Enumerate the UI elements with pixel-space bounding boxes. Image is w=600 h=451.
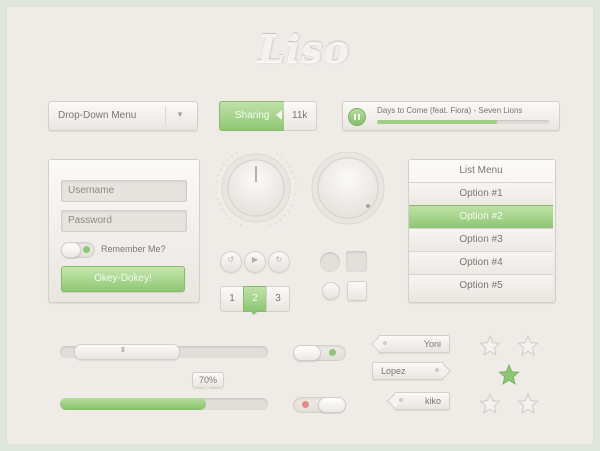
share-count: 11k bbox=[292, 110, 308, 121]
progress-fill bbox=[60, 398, 206, 410]
next-icon[interactable]: ↻ bbox=[268, 251, 290, 273]
frame: Liso Drop-Down Menu ▼ Sharing 11k Days t… bbox=[0, 0, 600, 451]
dropdown-divider bbox=[165, 106, 166, 126]
page-3[interactable]: 3 bbox=[266, 286, 290, 312]
tag-label: kiko bbox=[424, 396, 441, 406]
rotary-knob[interactable] bbox=[311, 152, 385, 225]
list-menu-title: List Menu bbox=[459, 165, 503, 176]
list-option-1[interactable]: Option #1 bbox=[409, 182, 553, 205]
page-1[interactable]: 1 bbox=[220, 286, 244, 312]
tag-kiko[interactable]: kiko bbox=[386, 392, 450, 410]
slider-handle[interactable]: III bbox=[74, 344, 180, 360]
on-indicator bbox=[329, 349, 336, 356]
remember-toggle[interactable] bbox=[61, 242, 95, 258]
checkbox-off[interactable] bbox=[346, 251, 367, 272]
off-indicator bbox=[302, 401, 309, 408]
progress-label: 70% bbox=[192, 372, 224, 388]
list-option-4[interactable]: Option #4 bbox=[409, 251, 553, 274]
star-icon[interactable] bbox=[480, 393, 500, 414]
list-menu: List Menu Option #1 Option #2 Option #3 … bbox=[408, 159, 556, 303]
track-title: Days to Come (feat. Fiora) - Seven Lions bbox=[377, 106, 523, 115]
tag-label: Yoni bbox=[423, 339, 441, 349]
tag-yoni[interactable]: Yoni bbox=[370, 335, 450, 353]
volume-knob[interactable] bbox=[215, 152, 297, 226]
play-icon[interactable]: ▶ bbox=[244, 251, 266, 273]
tag-point bbox=[436, 363, 452, 379]
toggle-knob bbox=[318, 397, 346, 413]
star-icon[interactable] bbox=[499, 364, 519, 385]
toggle-switch-off[interactable] bbox=[293, 397, 346, 413]
toggle-on-dot bbox=[83, 246, 90, 253]
tag-lopez[interactable]: Lopez bbox=[372, 362, 452, 380]
tag-hole-icon bbox=[399, 398, 403, 402]
star-icon[interactable] bbox=[518, 335, 538, 356]
share-count-badge: 11k bbox=[284, 101, 317, 131]
login-panel: Username Password Remember Me? Okey-Doke… bbox=[48, 159, 200, 303]
tag-label: Lopez bbox=[381, 366, 406, 376]
star-icon[interactable] bbox=[518, 393, 538, 414]
remember-label: Remember Me? bbox=[101, 244, 166, 254]
audio-player: Days to Come (feat. Fiora) - Seven Lions bbox=[342, 101, 560, 131]
pause-icon[interactable] bbox=[348, 108, 366, 126]
tag-hole-icon bbox=[383, 341, 387, 345]
sharing-label: Sharing bbox=[235, 110, 270, 121]
password-field[interactable]: Password bbox=[61, 210, 187, 232]
toggle-knob bbox=[61, 242, 81, 258]
dropdown-menu[interactable]: Drop-Down Menu ▼ bbox=[48, 101, 198, 131]
count-pointer bbox=[276, 110, 282, 120]
chevron-down-icon[interactable]: ▼ bbox=[176, 110, 184, 119]
toggle-switch-on[interactable] bbox=[293, 345, 346, 361]
star-icon[interactable] bbox=[480, 335, 500, 356]
progress-label-pointer bbox=[203, 387, 211, 391]
range-slider[interactable]: III bbox=[60, 344, 268, 360]
previous-icon[interactable]: ↺ bbox=[220, 251, 242, 273]
checkbox-raised[interactable] bbox=[347, 281, 367, 301]
toggle-knob bbox=[293, 345, 321, 361]
page-pointer bbox=[250, 311, 258, 315]
list-option-5[interactable]: Option #5 bbox=[409, 274, 553, 297]
page-2[interactable]: 2 bbox=[243, 286, 267, 312]
track-progress[interactable] bbox=[377, 120, 549, 124]
track-progress-fill bbox=[377, 120, 498, 124]
dropdown-label: Drop-Down Menu bbox=[58, 110, 137, 121]
knobs bbox=[215, 152, 385, 226]
tag-hole-icon bbox=[435, 368, 439, 372]
progress-bar bbox=[60, 398, 268, 410]
logo: Liso bbox=[258, 26, 350, 71]
grip-icon: III bbox=[121, 347, 125, 354]
radio-button-off[interactable] bbox=[320, 252, 340, 272]
submit-button[interactable]: Okey-Dokey! bbox=[61, 266, 185, 292]
ui-kit-canvas: Liso Drop-Down Menu ▼ Sharing 11k Days t… bbox=[6, 6, 594, 445]
list-option-3[interactable]: Option #3 bbox=[409, 228, 553, 251]
username-field[interactable]: Username bbox=[61, 180, 187, 202]
star-rating bbox=[480, 335, 538, 414]
list-option-2[interactable]: Option #2 bbox=[409, 205, 553, 228]
radio-button-raised[interactable] bbox=[322, 282, 340, 300]
